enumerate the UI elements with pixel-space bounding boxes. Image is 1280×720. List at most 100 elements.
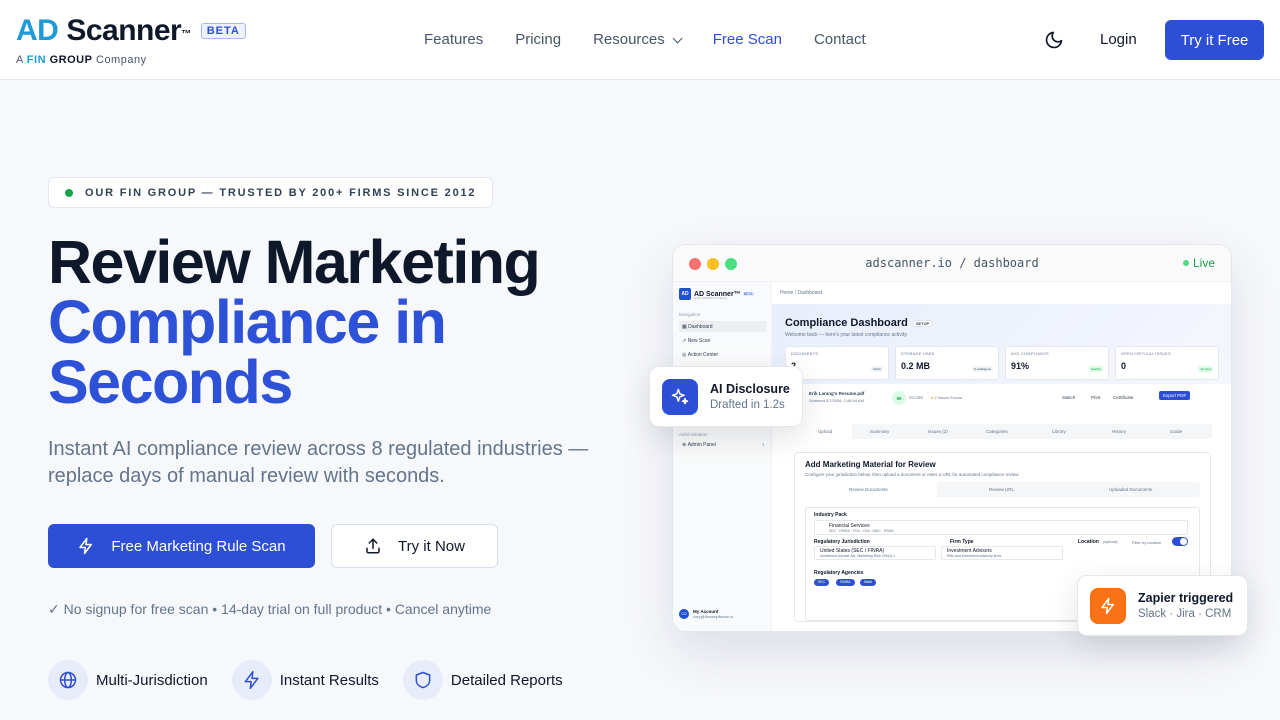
zapier-sub: Slack · Jira · CRM: [1138, 608, 1232, 620]
moon-icon[interactable]: [1044, 30, 1064, 50]
lightning-icon: [77, 537, 95, 555]
feature-label: Multi-Jurisdiction: [96, 671, 208, 689]
free-scan-button[interactable]: Free Marketing Rule Scan: [48, 524, 315, 568]
nav-contact[interactable]: Contact: [814, 30, 866, 50]
lightning-icon: [1090, 588, 1126, 624]
nav-resources[interactable]: Resources: [593, 30, 683, 50]
dashboard-preview: adscanner.io / dashboard Live AD AD Scan…: [672, 244, 1232, 632]
hero-title-line3: Seconds: [48, 348, 293, 416]
sidebar-item-admin-panel[interactable]: ⊕ Admin Panel ›: [679, 439, 767, 450]
nav-free-scan[interactable]: Free Scan: [713, 30, 782, 50]
sidebar-admin-label: Administration: [679, 432, 708, 437]
live-dot-icon: [1182, 260, 1189, 266]
sparkle-icon: [662, 379, 698, 415]
dashboard-subtitle: Welcome back — here's your latest compli…: [785, 332, 908, 338]
hero-title-line1: Review Marketing: [48, 228, 541, 296]
dashboard-header: Compliance Dashboard SETUP Welcome back —…: [772, 304, 1231, 384]
subtab-uploaded-documents[interactable]: Uploaded Documents: [1109, 487, 1152, 492]
tab-issues[interactable]: Issues (2): [928, 429, 948, 434]
ai-disclosure-sub: Drafted in 1.2s: [710, 399, 785, 411]
jurisdiction-select[interactable]: United States (SEC / FINRA) Investment A…: [814, 546, 936, 560]
stat-card: OPEN CRITICAL ISSUES 0 All clear: [1115, 346, 1219, 380]
chevron-down-icon: [672, 33, 683, 43]
agency-pill[interactable]: SEC: [814, 579, 830, 586]
add-material-title: Add Marketing Material for Review: [805, 460, 936, 469]
try-free-button[interactable]: Try it Free: [1165, 20, 1264, 60]
logo[interactable]: AD Scanner ™ BETA A FIN GROUP Company: [16, 14, 246, 66]
avatar: CO: [679, 609, 689, 619]
sidebar-account[interactable]: CO My Account cory@fincompliance.io: [679, 609, 733, 619]
beta-badge: BETA: [200, 23, 246, 39]
hero-subtitle: Instant AI compliance review across 8 re…: [48, 438, 589, 487]
feature-label: Detailed Reports: [450, 671, 563, 689]
ai-disclosure-title: AI Disclosure: [710, 382, 790, 396]
sidebar-section-label: Navigation: [679, 312, 701, 317]
preview-sidebar: AD AD Scanner™ BETA A FIN GROUP Company …: [673, 282, 772, 631]
tab-upload[interactable]: Upload: [818, 429, 832, 434]
live-indicator: Live: [1182, 256, 1215, 270]
feature-list: Multi-Jurisdiction Instant Results Detai…: [48, 660, 587, 700]
zapier-card: Zapier triggered Slack · Jira · CRM: [1077, 575, 1248, 636]
logo-trademark: ™: [181, 29, 191, 40]
tab-summary[interactable]: Summary: [870, 429, 889, 434]
export-pdf-button[interactable]: Export PDF: [1159, 391, 1191, 400]
hero-title-line2: Compliance in: [48, 288, 447, 356]
stat-card: STORAGE USED 0.2 MB In analogous: [895, 346, 999, 380]
tab-categories[interactable]: Categories: [986, 429, 1008, 434]
free-scan-label: Free Marketing Rule Scan: [111, 537, 286, 555]
print-button[interactable]: Print: [1091, 395, 1100, 400]
trust-badge-text: OUR FIN GROUP — TRUSTED BY 200+ FIRMS SI…: [85, 186, 477, 199]
industry-select[interactable]: Financial Services SEC · FINRA · FCA · C…: [814, 520, 1188, 535]
agency-pill[interactable]: FINRA: [836, 579, 855, 586]
window-url: adscanner.io / dashboard: [865, 256, 1039, 270]
try-now-label: Try it Now: [398, 537, 465, 555]
subtab-review-documents[interactable]: Review Documents: [849, 487, 888, 492]
main-menu: Features Pricing Resources Free Scan Con…: [424, 30, 898, 50]
trust-badge: OUR FIN GROUP — TRUSTED BY 200+ FIRMS SI…: [48, 177, 494, 208]
logo-scanner: Scanner: [66, 14, 182, 47]
preview-logo-sub: A FIN GROUP Company: [694, 296, 727, 300]
tab-guide[interactable]: Guide: [1170, 429, 1182, 434]
feature-item: Detailed Reports: [402, 660, 563, 700]
certificate-button[interactable]: Certificate: [1113, 395, 1133, 400]
file-bar: Erik Larang's Resume.pdf Scanned 2/7/202…: [785, 389, 1219, 409]
preview-logo-mark: AD: [679, 288, 691, 300]
location-toggle[interactable]: [1172, 537, 1188, 546]
shield-icon: [402, 660, 443, 700]
ai-disclosure-card: AI Disclosure Drafted in 1.2s: [649, 366, 803, 427]
globe-icon: [48, 660, 88, 700]
window-titlebar: adscanner.io / dashboard Live: [673, 245, 1231, 282]
status-dot-icon: [65, 188, 73, 197]
switch-button[interactable]: Switch: [1062, 395, 1075, 400]
firm-type-select[interactable]: Investment Advisors Rifts and investment…: [941, 546, 1063, 560]
nav-pricing[interactable]: Pricing: [515, 30, 561, 50]
feature-item: Multi-Jurisdiction: [48, 660, 208, 700]
sidebar-item-new-scan[interactable]: ↗ New Scan: [679, 335, 767, 346]
logo-tagline: A FIN GROUP Company: [16, 54, 147, 66]
try-now-button[interactable]: Try it Now: [331, 524, 498, 568]
feature-item: Instant Results: [231, 660, 379, 700]
logo-ad: AD: [16, 14, 59, 47]
nav-features[interactable]: Features: [424, 30, 483, 50]
subtab-review-url[interactable]: Review URL: [989, 487, 1014, 492]
score-badge: 90: [892, 391, 906, 405]
review-subtabs: Review Documents Review URL Uploaded Doc…: [805, 482, 1200, 497]
tab-library[interactable]: Library: [1052, 429, 1066, 434]
agency-pill[interactable]: State: [860, 579, 877, 586]
sidebar-item-action-center[interactable]: ◎ Action Center: [679, 349, 767, 360]
hero-title: Review Marketing Compliance in Seconds: [48, 228, 541, 416]
tab-history[interactable]: History: [1112, 429, 1126, 434]
upload-icon: [364, 537, 382, 555]
nav-resources-label: Resources: [593, 31, 665, 48]
lightning-icon: [231, 660, 272, 700]
zapier-title: Zapier triggered: [1138, 591, 1234, 605]
preview-tabs: Upload Summary Issues (2) Categories Lib…: [796, 424, 1212, 439]
dashboard-title: Compliance Dashboard SETUP: [785, 317, 934, 329]
sidebar-item-dashboard[interactable]: ▦ Dashboard: [679, 321, 767, 332]
top-nav: AD Scanner ™ BETA A FIN GROUP Company Fe…: [0, 0, 1280, 80]
add-material-subtitle: Configure your jurisdiction below, then …: [805, 472, 1019, 477]
breadcrumb: Home / Dashboard: [780, 290, 822, 296]
login-link[interactable]: Login: [1100, 30, 1137, 50]
signup-note: ✓ No signup for free scan • 14-day trial…: [48, 601, 492, 617]
stat-card: AVG COMPLIANCE 91% Healthy: [1005, 346, 1109, 380]
